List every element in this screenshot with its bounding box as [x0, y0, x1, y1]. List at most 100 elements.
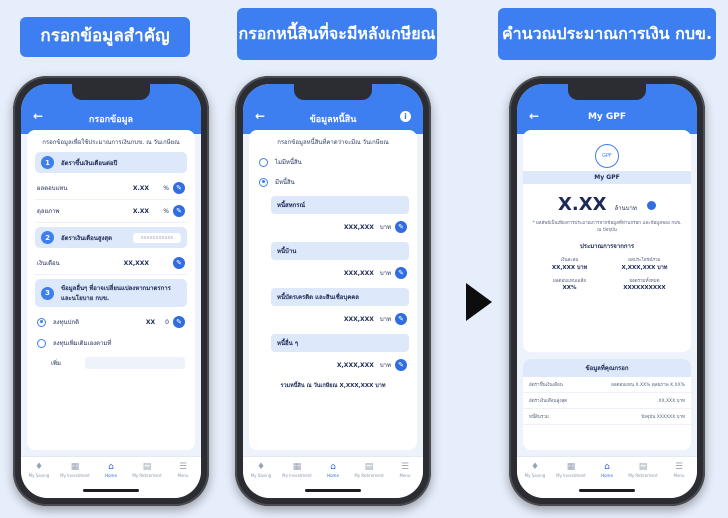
- info-value: ปัจจุบัน XXXXXX บาท: [641, 415, 685, 420]
- info-value: ผลตอบแทน X.XX% ดุลยภาพ X.XX%: [611, 383, 685, 388]
- step1-title: กรอกข้อมูลสำคัญ: [20, 17, 190, 57]
- section-label: อัตราขึ้นเงินเดือนต่อปี: [61, 159, 118, 167]
- info-row: หนี้สินรวม ปัจจุบัน XXXXXX บาท: [523, 409, 691, 425]
- estimate-cell: ผลตอบแทนเฉลี่ย XX%: [535, 277, 604, 291]
- tab-my-retirement[interactable]: ▤ My Retirement: [132, 462, 162, 498]
- row-unit: %: [163, 207, 169, 215]
- tab-label: My Retirement: [628, 473, 658, 478]
- tab-my-retirement[interactable]: ▤ My Retirement: [628, 462, 658, 498]
- radio-unselected-icon[interactable]: [259, 157, 268, 167]
- form-intro: กรอกข้อมูลหนี้สินที่คาดว่าจะมีณ วันเกษีย…: [277, 139, 389, 146]
- result-amount: X.XX ล้านบาท: [531, 194, 683, 215]
- step3-title-line2: ประมาณการเงิน กบข.: [556, 23, 713, 43]
- debt-value-row[interactable]: XXX,XXX บาท ✎: [257, 214, 409, 238]
- debt-value-row[interactable]: XXX,XXX บาท ✎: [257, 306, 409, 330]
- row-label: ผลตอบแทน: [37, 185, 68, 192]
- estimate-cell: ยอดรวมทั้งหมด XXXXXXXXXX: [610, 277, 679, 291]
- calendar-icon: ▤: [364, 462, 374, 472]
- tab-home[interactable]: ⌂ Home: [318, 462, 348, 498]
- debt-value-row[interactable]: XXX,XXX บาท ✎: [257, 260, 409, 284]
- menu-icon: ☰: [178, 462, 188, 472]
- home-indicator: [579, 489, 635, 492]
- debt-value: X,XXX,XXX: [336, 361, 374, 369]
- info-key: หนี้สินรวม: [529, 415, 549, 420]
- step3-title-line1: คำนวณ: [501, 23, 557, 43]
- phone-screen: ← ข้อมูลหนี้สิน i กรอกข้อมูลหนี้สินที่คา…: [243, 84, 423, 498]
- amount-unit: ล้านบาท: [614, 205, 637, 212]
- info-icon[interactable]: i: [400, 111, 411, 122]
- radio-unit: 0: [165, 318, 169, 326]
- debt-total: รวมหนี้สิน ณ วันเกษียณ X,XXX,XXX บาท: [280, 383, 386, 389]
- tab-my-saving[interactable]: ♦ My Saving: [246, 462, 276, 498]
- tab-home[interactable]: ⌂ Home: [592, 462, 622, 498]
- edit-icon[interactable]: ✎: [395, 221, 407, 233]
- tab-my-investment[interactable]: ▦ My Investment: [282, 462, 312, 498]
- radio-has-debt[interactable]: มีหนี้สิน: [257, 172, 409, 192]
- menu-icon: ☰: [674, 462, 684, 472]
- phone-screen: ← My GPF GPF My GPF X.XX ล้านบาท * ผลลัพ…: [517, 84, 697, 498]
- cell-value: X,XXX,XXX บาท: [621, 264, 668, 271]
- max-salary-input[interactable]: xxxxxxxxxxx: [133, 232, 181, 243]
- gpf-logo-icon: GPF: [595, 144, 619, 168]
- debt-category: หนี้สหกรณ์: [271, 196, 409, 214]
- tab-menu[interactable]: ☰ Menu: [168, 462, 198, 498]
- radio-no-debt[interactable]: ไม่มีหนี้สิน: [257, 152, 409, 172]
- input-row[interactable]: ดุลยภาพ X.XX % ✎: [35, 200, 187, 223]
- input-form-card: กรอกข้อมูลเพื่อใช้ประมาณการเงินกบข. ณ วั…: [27, 130, 195, 450]
- radio-selected-icon[interactable]: [37, 317, 46, 327]
- tab-my-retirement[interactable]: ▤ My Retirement: [354, 462, 384, 498]
- tab-my-saving[interactable]: ♦ My Saving: [520, 462, 550, 498]
- estimate-grid: เงินสะสม XX,XXX บาท ผลประโยชน์รวม X,XXX,XX…: [531, 256, 683, 272]
- radio-extra-invest[interactable]: ลงทุนเพิ่มเติมเองตามที่: [35, 333, 187, 353]
- tab-label: Menu: [177, 473, 189, 478]
- debt-value: XXX,XXX: [343, 315, 374, 323]
- step2-title-line2: ที่จะมีหลังเกษียณ: [318, 23, 436, 43]
- section-max-salary: 2 อัตราเงินเดือนสูงสุด xxxxxxxxxxx: [35, 227, 187, 248]
- edit-icon[interactable]: ✎: [173, 205, 185, 217]
- radio-unselected-icon[interactable]: [37, 338, 46, 348]
- section-number: 1: [41, 156, 54, 169]
- edit-icon[interactable]: ✎: [173, 182, 185, 194]
- tab-label: My Investment: [282, 473, 312, 478]
- tab-menu[interactable]: ☰ Menu: [664, 462, 694, 498]
- tab-my-investment[interactable]: ▦ My Investment: [556, 462, 586, 498]
- tab-label: Menu: [399, 473, 411, 478]
- input-row[interactable]: ผลตอบแทน X.XX % ✎: [35, 177, 187, 200]
- cell-label: ยอดรวมทั้งหมด: [629, 278, 660, 284]
- section-label: ข้อมูลอื่นๆ ที่อาจเปลี่ยนแปลงหากมาตรการ …: [61, 285, 171, 302]
- cell-value: XX%: [562, 284, 577, 291]
- home-indicator: [305, 489, 361, 492]
- extra-invest-row: เพิ่ม: [35, 353, 187, 373]
- tab-menu[interactable]: ☰ Menu: [390, 462, 420, 498]
- edit-icon[interactable]: ✎: [395, 313, 407, 325]
- info-icon[interactable]: [646, 201, 656, 210]
- edit-icon[interactable]: ✎: [395, 267, 407, 279]
- info-row: อัตราเงินเดือนสูงสุด XX,XXX บาท: [523, 393, 691, 409]
- radio-selected-icon[interactable]: [259, 177, 268, 187]
- radio-label: ลงทุนเพิ่มเติมเองตามที่: [53, 340, 112, 347]
- debt-unit: บาท: [379, 270, 391, 277]
- input-row[interactable]: เงินเดือน XX,XXX ✎: [35, 252, 187, 275]
- tab-my-saving[interactable]: ♦ My Saving: [24, 462, 54, 498]
- edit-icon[interactable]: ✎: [395, 359, 407, 371]
- tab-home[interactable]: ⌂ Home: [96, 462, 126, 498]
- cell-label: เงินสะสม: [560, 257, 579, 263]
- section-number: 3: [41, 286, 54, 300]
- step2-title: กรอกหนี้สิน ที่จะมีหลังเกษียณ: [237, 8, 437, 60]
- debt-value: XXX,XXX: [343, 223, 374, 231]
- chart-icon: ▦: [566, 462, 576, 472]
- debt-category: หนี้บัตรเครดิต และสินเชื่อบุคคล: [271, 288, 409, 306]
- extra-invest-input[interactable]: [85, 357, 185, 369]
- next-arrow-icon: [466, 283, 492, 321]
- menu-icon: ☰: [400, 462, 410, 472]
- radio-normal-invest[interactable]: ลงทุนปกติ XX 0 ✎: [35, 311, 187, 333]
- tab-my-investment[interactable]: ▦ My Investment: [60, 462, 90, 498]
- tab-label: My Retirement: [354, 473, 384, 478]
- cell-label: ผลประโยชน์รวม: [628, 257, 661, 263]
- edit-icon[interactable]: ✎: [173, 257, 185, 269]
- radio-label: ไม่มีหนี้สิน: [275, 159, 302, 166]
- debt-value-row[interactable]: X,XXX,XXX บาท ✎: [257, 352, 409, 376]
- debt-unit: บาท: [379, 224, 391, 231]
- piggy-icon: ♦: [34, 462, 44, 472]
- edit-icon[interactable]: ✎: [173, 316, 185, 328]
